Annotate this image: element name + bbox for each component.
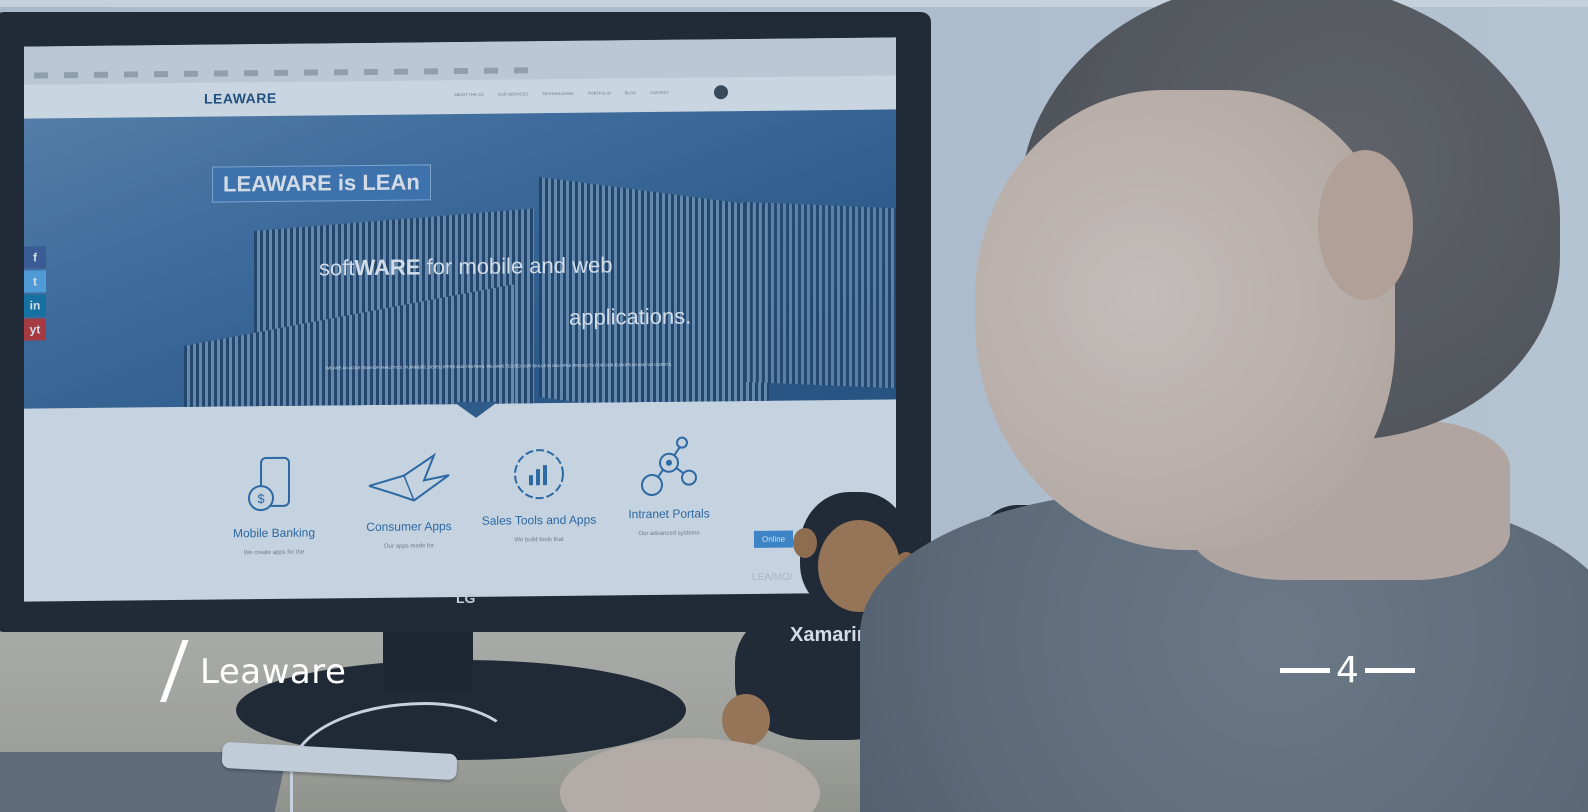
monitor: LEAWARE ABOUT THE CO OUR SERVICES TECHNO…	[0, 12, 931, 632]
nav-item: PORTFOLIO	[587, 90, 611, 96]
nav-item: CONTACT	[649, 89, 670, 96]
person-ear	[1318, 150, 1413, 300]
monitor-model-label: LEA/MO/	[752, 572, 793, 583]
facebook-icon: f	[24, 246, 46, 269]
service-intranet-portals: Intranet Portals Our advanced systems	[604, 432, 734, 537]
site-logo: LEAWARE	[204, 89, 277, 107]
service-description: Our apps made for	[383, 543, 435, 550]
hero-badge: LEAWARE is LEAn	[212, 164, 431, 203]
service-mobile-banking: $ Mobile Banking We create apps for the	[209, 451, 339, 556]
service-label: Intranet Portals	[628, 506, 710, 522]
consumer-apps-icon	[368, 452, 450, 502]
hero-title-prefix: soft	[319, 255, 355, 281]
youtube-icon: yt	[24, 318, 46, 341]
browser-tabs	[34, 67, 534, 79]
hero-title: softWARE for mobile and web	[319, 252, 612, 281]
page-number: 4	[1280, 650, 1415, 691]
service-description: Our advanced systems	[638, 530, 700, 538]
monitor-brand-logo: LG	[456, 590, 476, 606]
sales-tools-icon	[514, 449, 564, 500]
monkey-ear	[793, 528, 817, 558]
nav-item: BLOG	[624, 90, 636, 96]
service-description: We build tools that	[514, 536, 564, 544]
svg-text:$: $	[257, 491, 265, 506]
hero-notch	[454, 401, 498, 419]
plush-shirt-text: Xamarin	[790, 624, 869, 646]
intranet-portals-icon	[641, 436, 697, 496]
nav-item: ABOUT THE CO	[454, 91, 484, 98]
linkedin-icon: in	[24, 294, 46, 317]
service-label: Consumer Apps	[366, 519, 452, 534]
social-bar: f t in yt	[24, 246, 46, 341]
twitter-icon: t	[24, 270, 46, 293]
language-icon	[714, 85, 728, 100]
site-nav: ABOUT THE CO OUR SERVICES TECHNOLOGIES P…	[454, 90, 669, 97]
dash-right	[1364, 668, 1415, 673]
hero-title-bold: WARE	[354, 254, 421, 281]
mobile-banking-icon: $	[248, 456, 290, 512]
monitor-screen: LEAWARE ABOUT THE CO OUR SERVICES TECHNO…	[24, 37, 896, 602]
page-number-value: 4	[1336, 650, 1359, 691]
site-hero: LEAWARE is LEAn softWARE for mobile and …	[24, 109, 896, 409]
service-label: Mobile Banking	[232, 525, 316, 541]
service-description: We create apps for the	[243, 549, 305, 557]
online-chat-button: Online	[754, 530, 794, 548]
skyscraper	[744, 201, 896, 389]
brand-name: Leaware	[200, 652, 347, 692]
dash-left	[1280, 668, 1330, 673]
photo-scene: LEAWARE ABOUT THE CO OUR SERVICES TECHNO…	[0, 0, 1588, 812]
hero-title-line2: applications.	[569, 303, 692, 330]
monkey-foot	[722, 694, 770, 746]
nav-item: OUR SERVICES	[497, 91, 529, 97]
service-consumer-apps: Consumer Apps Our apps made for	[344, 445, 474, 550]
service-label: Sales Tools and Apps	[481, 512, 597, 528]
person-face	[975, 90, 1395, 550]
nav-item: TECHNOLOGIES	[542, 90, 574, 97]
service-sales-tools: Sales Tools and Apps We build tools that	[474, 438, 604, 543]
skyscraper	[539, 177, 769, 409]
hero-title-suffix: for mobile and web	[420, 252, 613, 280]
